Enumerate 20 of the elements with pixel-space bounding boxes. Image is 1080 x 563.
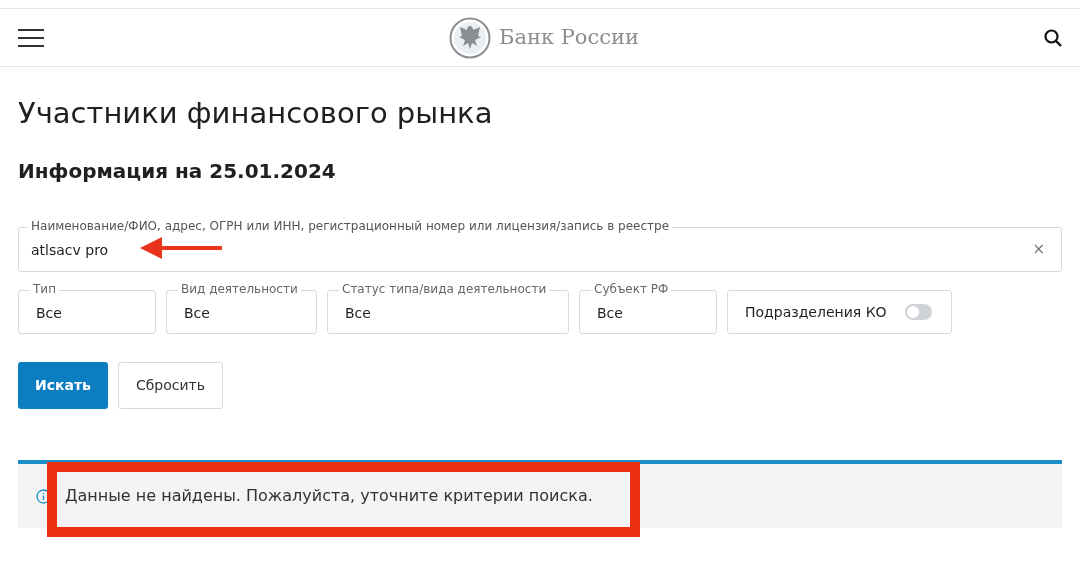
search-icon[interactable] <box>1044 28 1062 47</box>
field-value: Все <box>36 303 62 323</box>
clear-icon[interactable]: × <box>1032 238 1045 261</box>
section-heading: Информация на 25.01.2024 <box>18 158 337 185</box>
field-label: Вид деятельности <box>178 281 301 297</box>
field-value: Все <box>184 303 210 323</box>
field-label: Наименование/ФИО, адрес, ОГРН или ИНН, регистрационный номер или лицензия/запись в реестре <box>28 218 673 234</box>
eagle-emblem-icon <box>448 16 491 59</box>
notice-text: Данные не найдены. Пожалуйста, уточните критерии поиска. <box>65 485 593 507</box>
field-label: Субъект РФ <box>591 281 672 297</box>
toggle-label: Подразделения КО <box>745 302 887 322</box>
search-button[interactable]: Искать <box>18 362 108 409</box>
menu-icon[interactable] <box>18 28 44 47</box>
toggle-switch[interactable] <box>904 304 932 320</box>
page-title: Участники финансового рынка <box>18 95 494 131</box>
reset-button[interactable]: Сбросить <box>117 362 223 409</box>
field-value: Все <box>597 303 623 323</box>
field-value: atlsacv pro <box>31 241 109 260</box>
field-label: Статус типа/вида деятельности <box>339 281 550 297</box>
field-value: Все <box>345 303 371 323</box>
